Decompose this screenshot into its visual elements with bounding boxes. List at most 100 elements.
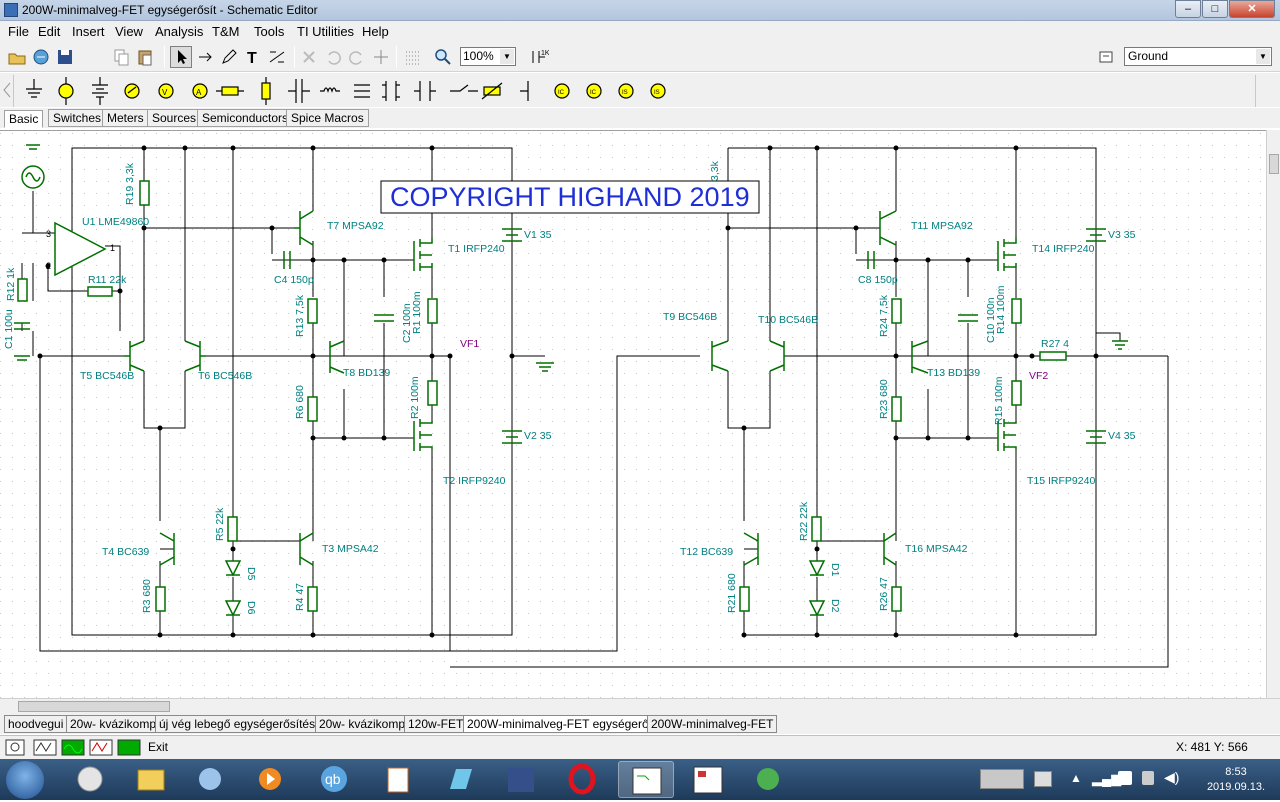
horizontal-scrollbar[interactable] [0, 698, 1280, 714]
menu-help[interactable]: Help [362, 24, 389, 39]
taskbar-folder-icon[interactable] [122, 761, 178, 798]
status-tool-icons [5, 739, 141, 756]
tab-semiconductors[interactable]: Semiconductors [197, 109, 294, 127]
maximize-button[interactable]: □ [1202, 0, 1228, 18]
tray-chevron-icon[interactable]: ▲ [1070, 771, 1082, 785]
tab-sources[interactable]: Sources [147, 109, 202, 127]
scroll-right-icon[interactable] [1242, 75, 1256, 107]
redo-icon[interactable] [346, 46, 368, 68]
taskbar-doc-icon[interactable] [370, 761, 426, 798]
label-r23: R23 680 [878, 379, 890, 419]
label-r4: R4 47 [294, 583, 306, 611]
label-r21: R21 680 [726, 573, 738, 613]
close-button[interactable]: ✕ [1229, 0, 1275, 18]
label-t1: T1 IRFP240 [448, 243, 505, 255]
taskbar-qb-icon[interactable]: qb [306, 761, 362, 798]
taskbar-opera-icon[interactable] [554, 761, 610, 798]
schematic-canvas[interactable]: COPYRIGHT HIGHAND 2019 U1 LME49860 R19 3… [0, 130, 1266, 698]
svg-text:IC: IC [558, 90, 565, 96]
copy-icon[interactable] [110, 46, 132, 68]
grid-icon[interactable] [402, 46, 424, 68]
sheet-tab[interactable]: 20w- kvázikomp [315, 715, 410, 733]
exit-button[interactable]: Exit [148, 740, 168, 754]
menu-edit[interactable]: Edit [38, 24, 60, 39]
component-toolbar: V A IC IC IS IS [0, 73, 1280, 107]
sheet-tab-active[interactable]: 200W-minimalveg-FET egységerősít [463, 715, 666, 733]
taskbar-disk-icon[interactable] [494, 761, 550, 798]
scroll-left-icon[interactable] [0, 75, 14, 107]
zoom-select[interactable]: 100% ▼ [460, 47, 516, 66]
windows-taskbar: qb ▲ ▂▄▆ ◀) 8:53 2019.09.13. [0, 759, 1280, 800]
svg-text:qb: qb [325, 771, 341, 787]
battery-icon[interactable] [1142, 771, 1154, 785]
svg-text:A: A [196, 88, 202, 97]
taskbar-notes-icon[interactable] [432, 761, 488, 798]
label-d2: D2 [829, 599, 841, 613]
pin-1: 1 [110, 243, 115, 253]
taskbar-tina-icon[interactable] [618, 761, 674, 798]
tab-basic[interactable]: Basic [4, 110, 44, 128]
undo-icon[interactable] [322, 46, 344, 68]
taskbar-media-icon[interactable] [242, 761, 298, 798]
svg-text:IC: IC [590, 90, 597, 96]
tray-icon[interactable] [1034, 771, 1052, 787]
label-t5: T5 BC546B [80, 370, 134, 382]
keyboard-indicator[interactable] [980, 769, 1024, 789]
svg-text:T: T [247, 50, 257, 67]
label-tool-icon[interactable] [266, 46, 288, 68]
signal-icon[interactable]: ▂▄▆ [1092, 771, 1121, 787]
volume-icon[interactable]: ◀) [1164, 769, 1179, 786]
zoom-icon[interactable] [432, 46, 454, 68]
menu-view[interactable]: View [115, 24, 143, 39]
paste-icon[interactable] [134, 46, 156, 68]
label-t7: T7 MPSA92 [327, 220, 384, 232]
label-r20: 3,3k [709, 160, 721, 181]
label-v4: V4 35 [1108, 430, 1136, 442]
minimize-button[interactable]: – [1175, 0, 1201, 18]
label-d6: D6 [245, 601, 257, 615]
pen-icon[interactable] [218, 46, 240, 68]
start-button[interactable] [6, 761, 44, 799]
browse-icon[interactable] [30, 46, 52, 68]
taskbar-network-icon[interactable] [740, 761, 796, 798]
wire-tool-icon[interactable] [194, 46, 216, 68]
flag-icon[interactable] [1118, 771, 1132, 785]
menu-tm[interactable]: T&M [212, 24, 239, 39]
cursor-coords: X: 481 Y: 566 [1176, 740, 1248, 754]
sheet-tab[interactable]: 20w- kvázikomp [66, 715, 161, 733]
select-arrow-icon[interactable] [170, 46, 192, 68]
ground-select[interactable]: Ground ▼ [1124, 47, 1272, 66]
menu-insert[interactable]: Insert [72, 24, 105, 39]
tab-switches[interactable]: Switches [48, 109, 107, 127]
delete-icon[interactable] [298, 46, 320, 68]
menu-ti-utilities[interactable]: TI Utilities [297, 24, 354, 39]
vertical-scrollbar[interactable] [1266, 130, 1280, 698]
tab-spice-macros[interactable]: Spice Macros [286, 109, 369, 127]
sheet-tab[interactable]: hoodvegui [4, 715, 68, 733]
menu-file[interactable]: File [8, 24, 29, 39]
hscroll-thumb[interactable] [18, 701, 170, 712]
label-vf2: VF2 [1029, 370, 1048, 382]
sheet-tab[interactable]: új vég lebegő egységerősítéssel [155, 715, 335, 733]
ground-tool-icon[interactable] [1096, 46, 1118, 68]
text-tool-icon[interactable]: T [242, 46, 264, 68]
label-t9: T9 BC546B [663, 311, 717, 323]
tab-meters[interactable]: Meters [102, 109, 149, 127]
save-icon[interactable] [54, 46, 76, 68]
clock[interactable]: 8:53 2019.09.13. [1196, 765, 1276, 795]
menu-tools[interactable]: Tools [254, 24, 284, 39]
menu-analysis[interactable]: Analysis [155, 24, 203, 39]
taskbar-app-icon[interactable] [182, 761, 238, 798]
taskbar-browser-icon[interactable] [62, 761, 118, 798]
label-t6: T6 BC546B [198, 370, 252, 382]
open-icon[interactable] [6, 46, 28, 68]
label-r13: R13 7,5k [294, 294, 306, 337]
sheet-tab[interactable]: 200W-minimalveg-FET [647, 715, 778, 733]
component-wizard-icon[interactable]: 1K [528, 46, 550, 68]
vscroll-thumb[interactable] [1269, 154, 1279, 174]
sheet-tab[interactable]: 120w-FET [404, 715, 468, 733]
taskbar-tina2-icon[interactable] [680, 761, 736, 798]
label-t8: T8 BD139 [343, 367, 390, 379]
label-t13: T13 BD139 [927, 367, 980, 379]
crosshair-icon[interactable] [370, 46, 392, 68]
